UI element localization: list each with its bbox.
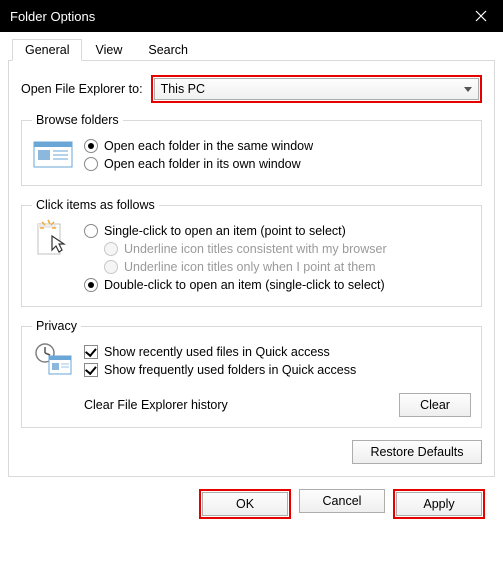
title-bar: Folder Options [0, 0, 503, 32]
ok-highlight: OK [199, 489, 291, 519]
privacy-legend: Privacy [32, 319, 81, 333]
privacy-group: Privacy [21, 319, 482, 428]
click-cursor-icon [32, 220, 74, 256]
radio-icon [84, 157, 98, 171]
radio-own-window-label: Open each folder in its own window [104, 157, 301, 171]
check-recent-files-label: Show recently used files in Quick access [104, 345, 330, 359]
tab-panel-general: Open File Explorer to: This PC Browse fo… [8, 60, 495, 477]
radio-icon [104, 242, 118, 256]
clear-history-label: Clear File Explorer history [84, 398, 228, 412]
check-recent-files[interactable]: Show recently used files in Quick access [84, 345, 471, 359]
restore-defaults-button[interactable]: Restore Defaults [352, 440, 482, 464]
radio-underline-browser: Underline icon titles consistent with my… [104, 242, 471, 256]
browse-folders-group: Browse folders Open each folde [21, 113, 482, 186]
radio-icon [104, 260, 118, 274]
open-explorer-highlight: This PC [151, 75, 482, 103]
apply-highlight: Apply [393, 489, 485, 519]
radio-same-window[interactable]: Open each folder in the same window [84, 139, 471, 153]
tab-strip: General View Search [12, 39, 495, 61]
radio-underline-point: Underline icon titles only when I point … [104, 260, 471, 274]
check-frequent-folders[interactable]: Show frequently used folders in Quick ac… [84, 363, 471, 377]
apply-button[interactable]: Apply [396, 492, 482, 516]
check-frequent-folders-label: Show frequently used folders in Quick ac… [104, 363, 356, 377]
tab-search[interactable]: Search [135, 39, 201, 61]
radio-underline-browser-label: Underline icon titles consistent with my… [124, 242, 387, 256]
radio-icon [84, 224, 98, 238]
close-icon [475, 10, 487, 22]
close-button[interactable] [458, 0, 503, 32]
dialog-content: General View Search Open File Explorer t… [0, 32, 503, 539]
open-explorer-value: This PC [161, 82, 205, 96]
click-items-group: Click items as follows Single-click to o… [21, 198, 482, 307]
browse-folders-legend: Browse folders [32, 113, 123, 127]
folder-window-icon [32, 135, 74, 171]
click-items-legend: Click items as follows [32, 198, 159, 212]
radio-double-click-label: Double-click to open an item (single-cli… [104, 278, 385, 292]
radio-icon [84, 278, 98, 292]
radio-own-window[interactable]: Open each folder in its own window [84, 157, 471, 171]
chevron-down-icon [464, 87, 472, 92]
clear-button[interactable]: Clear [399, 393, 471, 417]
checkbox-icon [84, 345, 98, 359]
tab-view[interactable]: View [82, 39, 135, 61]
radio-double-click[interactable]: Double-click to open an item (single-cli… [84, 278, 471, 292]
open-explorer-dropdown[interactable]: This PC [154, 78, 479, 100]
radio-same-window-label: Open each folder in the same window [104, 139, 313, 153]
radio-icon [84, 139, 98, 153]
radio-underline-point-label: Underline icon titles only when I point … [124, 260, 376, 274]
dialog-footer: OK Cancel Apply [8, 477, 495, 531]
cancel-button[interactable]: Cancel [299, 489, 385, 513]
window-title: Folder Options [10, 9, 95, 24]
tab-general[interactable]: General [12, 39, 82, 61]
checkbox-icon [84, 363, 98, 377]
privacy-history-icon [32, 341, 74, 377]
radio-single-click-label: Single-click to open an item (point to s… [104, 224, 346, 238]
radio-single-click[interactable]: Single-click to open an item (point to s… [84, 224, 471, 238]
open-explorer-row: Open File Explorer to: This PC [21, 75, 482, 103]
open-explorer-label: Open File Explorer to: [21, 82, 143, 96]
ok-button[interactable]: OK [202, 492, 288, 516]
